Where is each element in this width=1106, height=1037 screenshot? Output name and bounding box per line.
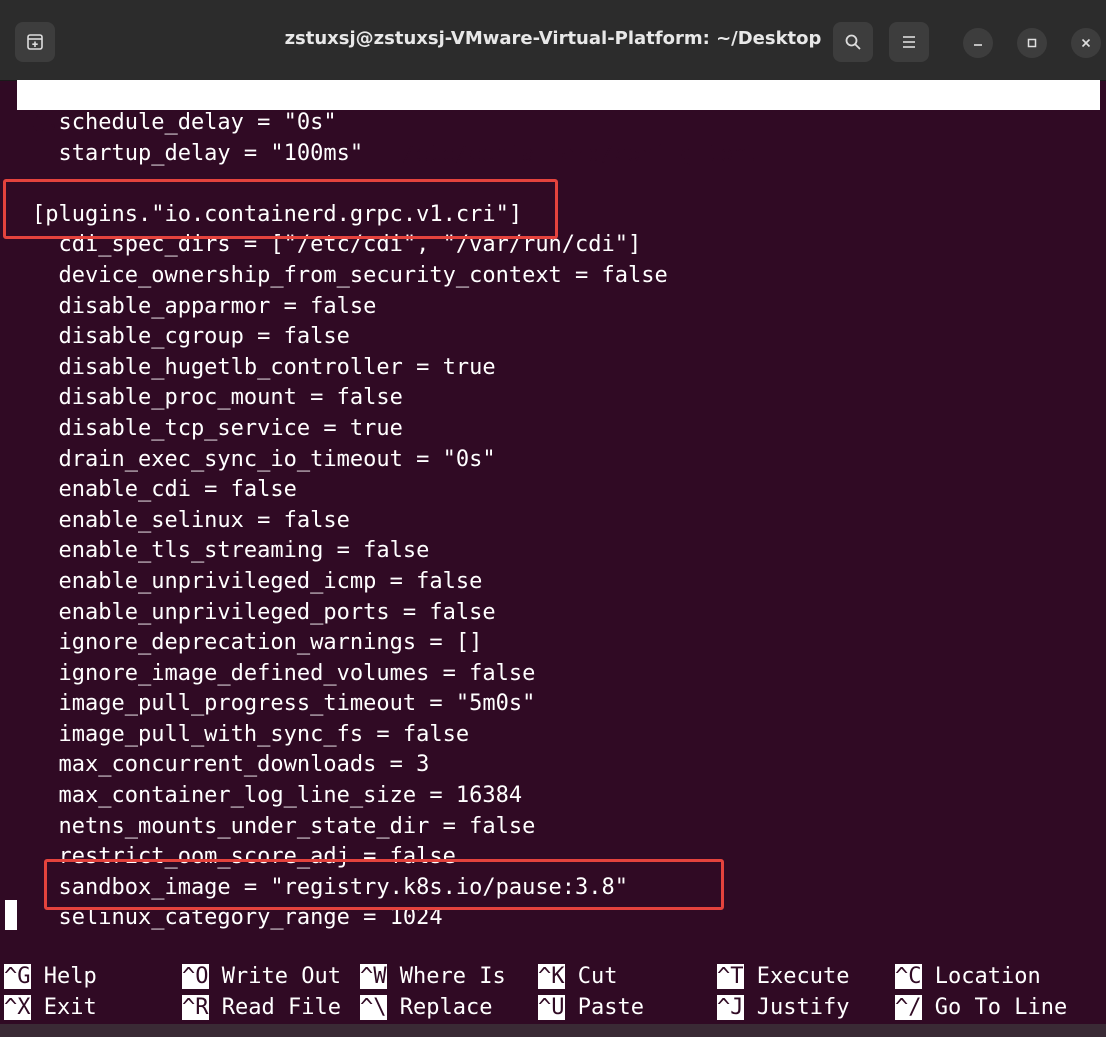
close-icon[interactable] xyxy=(1071,28,1101,58)
shortcut-label: Where Is xyxy=(399,964,506,989)
shortcut-key: ^\ xyxy=(360,995,387,1020)
shortcut-key: ^K xyxy=(538,964,565,989)
editor-line[interactable]: device_ownership_from_security_context =… xyxy=(32,261,1092,292)
shortcut-item[interactable]: ^U Paste xyxy=(538,993,644,1023)
shortcut-item[interactable]: ^T Execute xyxy=(717,962,849,992)
nano-header-bar: GNU nano 7.2 /etc/containerd/config.toml xyxy=(17,80,1100,167)
shortcut-label: Write Out xyxy=(221,964,341,989)
shortcut-item[interactable]: ^/ Go To Line xyxy=(895,993,1067,1023)
shortcut-label: Replace xyxy=(399,995,493,1020)
editor-line[interactable]: schedule_delay = "0s" xyxy=(32,108,1092,139)
shortcut-key: ^/ xyxy=(895,995,922,1020)
shortcut-bar: ^G Help ^O Write Out ^W Where Is ^K Cut ^T E… xyxy=(0,962,1106,1024)
editor-line[interactable]: image_pull_progress_timeout = "5m0s" xyxy=(32,689,1092,720)
editor-line[interactable]: enable_tls_streaming = false xyxy=(32,536,1092,567)
shortcut-item[interactable]: ^\ Replace xyxy=(360,993,492,1023)
shortcut-item[interactable]: ^O Write Out xyxy=(182,962,341,992)
editor-line[interactable]: disable_cgroup = false xyxy=(32,322,1092,353)
shortcut-item[interactable]: ^W Where Is xyxy=(360,962,506,992)
editor-line[interactable]: enable_selinux = false xyxy=(32,506,1092,537)
shortcut-key: ^G xyxy=(4,964,31,989)
hamburger-icon[interactable] xyxy=(889,22,929,62)
titlebar: zstuxsj@zstuxsj-VMware-Virtual-Platform:… xyxy=(0,0,1106,81)
shortcut-item[interactable]: ^C Location xyxy=(895,962,1041,992)
editor-line[interactable]: enable_unprivileged_icmp = false xyxy=(32,567,1092,598)
highlight-box-sandbox-image xyxy=(44,859,724,910)
shortcut-label: Execute xyxy=(756,964,850,989)
shortcut-key: ^J xyxy=(717,995,744,1020)
shortcut-label: Location xyxy=(934,964,1041,989)
shortcut-item[interactable]: ^J Justify xyxy=(717,993,849,1023)
search-icon[interactable] xyxy=(833,22,873,62)
editor-line[interactable]: disable_apparmor = false xyxy=(32,292,1092,323)
shortcut-label: Justify xyxy=(756,995,850,1020)
editor-line[interactable]: startup_delay = "100ms" xyxy=(32,139,1092,170)
shortcut-label: Read File xyxy=(221,995,341,1020)
minimize-icon[interactable] xyxy=(963,28,993,58)
window-title: zstuxsj@zstuxsj-VMware-Virtual-Platform:… xyxy=(284,28,822,49)
shortcut-item[interactable]: ^G Help xyxy=(4,962,97,992)
shortcut-item[interactable]: ^R Read File xyxy=(182,993,341,1023)
terminal-window: zstuxsj@zstuxsj-VMware-Virtual-Platform:… xyxy=(0,0,1106,1037)
editor-line[interactable]: disable_hugetlb_controller = true xyxy=(32,353,1092,384)
editor-line[interactable]: ignore_deprecation_warnings = [] xyxy=(32,628,1092,659)
editor-line[interactable]: disable_proc_mount = false xyxy=(32,383,1092,414)
shortcut-label: Help xyxy=(43,964,97,989)
shortcut-key: ^X xyxy=(4,995,31,1020)
highlight-box-cri-section xyxy=(3,179,558,239)
editor-line[interactable]: max_container_log_line_size = 16384 xyxy=(32,781,1092,812)
editor-line[interactable]: max_concurrent_downloads = 3 xyxy=(32,750,1092,781)
editor-line[interactable]: drain_exec_sync_io_timeout = "0s" xyxy=(32,445,1092,476)
window-bottom-edge xyxy=(0,1024,1106,1037)
editor-line[interactable]: enable_unprivileged_ports = false xyxy=(32,598,1092,629)
shortcut-label: Go To Line xyxy=(934,995,1068,1020)
shortcut-item[interactable]: ^X Exit xyxy=(4,993,97,1023)
text-cursor xyxy=(5,900,17,930)
shortcut-item[interactable]: ^K Cut xyxy=(538,962,618,992)
editor-line[interactable]: enable_cdi = false xyxy=(32,475,1092,506)
editor-line[interactable]: ignore_image_defined_volumes = false xyxy=(32,659,1092,690)
shortcut-label: Exit xyxy=(43,995,97,1020)
shortcut-label: Paste xyxy=(577,995,644,1020)
maximize-icon[interactable] xyxy=(1017,28,1047,58)
shortcut-label: Cut xyxy=(577,964,618,989)
shortcut-key: ^T xyxy=(717,964,744,989)
shortcut-key: ^U xyxy=(538,995,565,1020)
shortcut-key: ^O xyxy=(182,964,209,989)
editor-line[interactable]: netns_mounts_under_state_dir = false xyxy=(32,812,1092,843)
shortcut-key: ^W xyxy=(360,964,387,989)
editor-line[interactable]: image_pull_with_sync_fs = false xyxy=(32,720,1092,751)
shortcut-key: ^R xyxy=(182,995,209,1020)
editor-line[interactable]: disable_tcp_service = true xyxy=(32,414,1092,445)
shortcut-key: ^C xyxy=(895,964,922,989)
